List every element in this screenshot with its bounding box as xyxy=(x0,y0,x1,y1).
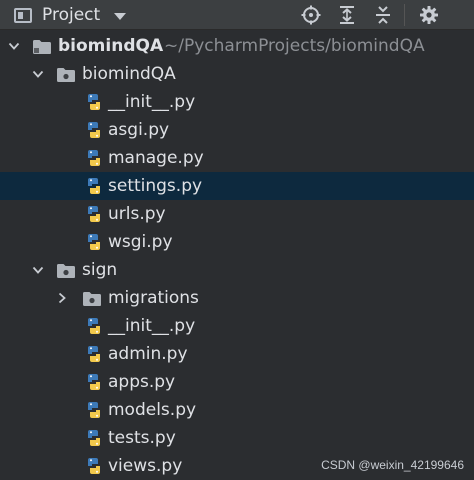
gear-icon[interactable] xyxy=(417,3,441,27)
tree-row-file[interactable]: manage.py xyxy=(0,144,474,172)
tree-row-file[interactable]: wsgi.py xyxy=(0,228,474,256)
tree-row-migrations-folder[interactable]: migrations xyxy=(0,284,474,312)
python-file-icon xyxy=(88,402,100,418)
package-folder-icon xyxy=(57,68,75,82)
python-file-icon xyxy=(88,458,100,474)
folder-name: migrations xyxy=(108,288,199,308)
tree-row-project-root[interactable]: biomindQA ~/PycharmProjects/biomindQA xyxy=(0,32,474,60)
python-file-icon xyxy=(88,122,100,138)
package-folder-icon xyxy=(57,264,75,278)
chevron-down-icon[interactable] xyxy=(32,264,44,276)
project-toolbar: Project xyxy=(0,0,474,30)
tree-row-sign-package[interactable]: sign xyxy=(0,256,474,284)
tree-row-biomindqa-package[interactable]: biomindQA xyxy=(0,60,474,88)
tree-row-file[interactable]: apps.py xyxy=(0,368,474,396)
tree-row-file[interactable]: tests.py xyxy=(0,424,474,452)
tree-row-file[interactable]: admin.py xyxy=(0,340,474,368)
package-folder-icon xyxy=(83,292,101,306)
project-root-path: ~/PycharmProjects/biomindQA xyxy=(164,36,425,56)
file-name: asgi.py xyxy=(108,120,170,140)
file-name: urls.py xyxy=(108,204,166,224)
python-file-icon xyxy=(88,430,100,446)
tree-row-file[interactable]: models.py xyxy=(0,396,474,424)
package-name: biomindQA xyxy=(82,64,176,84)
chevron-down-icon[interactable] xyxy=(114,12,127,20)
toolbar-separator xyxy=(404,4,405,26)
python-file-icon xyxy=(88,318,100,334)
project-view-title: Project xyxy=(42,5,101,25)
file-name: models.py xyxy=(108,400,197,420)
chevron-right-icon[interactable] xyxy=(56,292,68,304)
file-name: wsgi.py xyxy=(108,232,173,252)
file-name: __init__.py xyxy=(108,92,196,112)
python-file-icon xyxy=(88,150,100,166)
project-root-name: biomindQA xyxy=(58,36,164,56)
tree-row-file[interactable]: urls.py xyxy=(0,200,474,228)
python-file-icon xyxy=(88,206,100,222)
chevron-down-icon[interactable] xyxy=(8,40,20,52)
project-window-icon xyxy=(14,7,32,23)
file-name: admin.py xyxy=(108,344,188,364)
collapse-all-icon[interactable] xyxy=(371,3,395,27)
tree-row-file[interactable]: __init__.py xyxy=(0,312,474,340)
chevron-down-icon[interactable] xyxy=(32,68,44,80)
file-name: tests.py xyxy=(108,428,176,448)
file-name: views.py xyxy=(108,456,183,476)
project-view-selector[interactable]: Project xyxy=(14,3,127,27)
tree-row-file[interactable]: asgi.py xyxy=(0,116,474,144)
python-file-icon xyxy=(88,346,100,362)
python-file-icon xyxy=(88,234,100,250)
file-name: manage.py xyxy=(108,148,204,168)
project-folder-icon xyxy=(33,40,51,54)
file-name: __init__.py xyxy=(108,316,196,336)
package-name: sign xyxy=(82,260,118,280)
watermark-text: CSDN @weixin_42199646 xyxy=(321,458,464,472)
python-file-icon xyxy=(88,178,100,194)
file-name: settings.py xyxy=(108,176,203,196)
python-file-icon xyxy=(88,94,100,110)
python-file-icon xyxy=(88,374,100,390)
locate-icon[interactable] xyxy=(299,3,323,27)
tree-row-file[interactable]: __init__.py xyxy=(0,88,474,116)
expand-all-icon[interactable] xyxy=(335,3,359,27)
tree-row-file-selected[interactable]: settings.py xyxy=(0,172,474,200)
file-name: apps.py xyxy=(108,372,176,392)
